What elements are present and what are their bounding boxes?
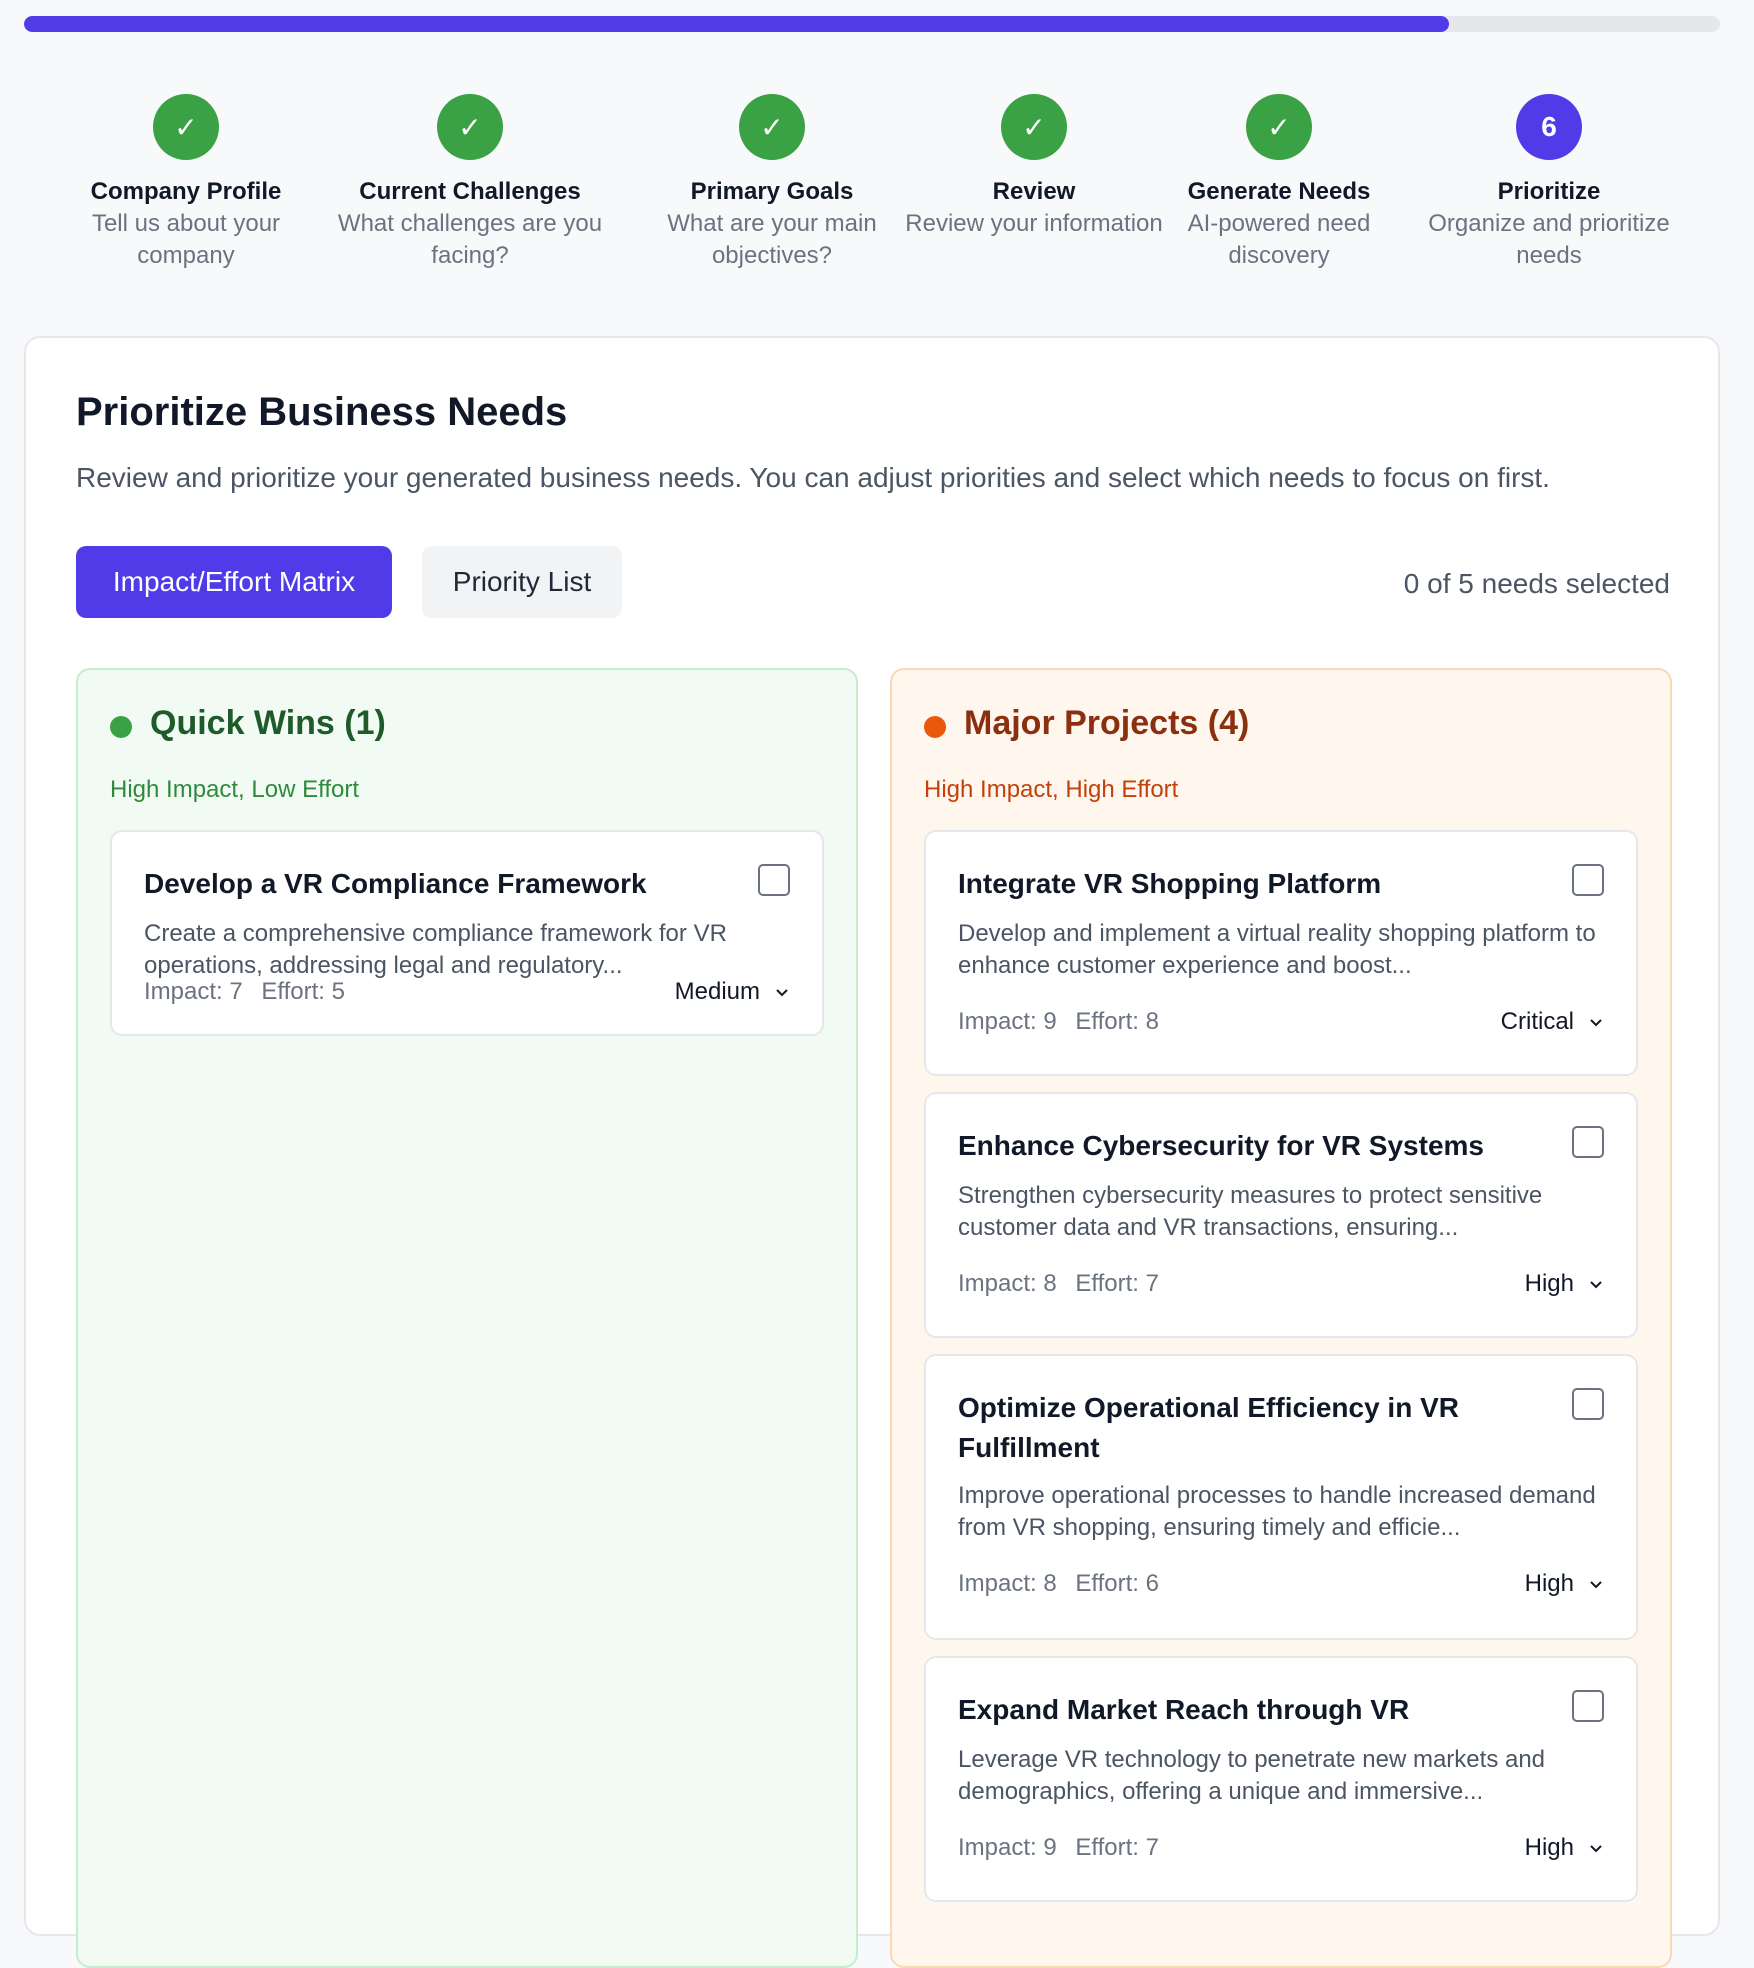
need-title: Optimize Operational Efficiency in VR Fu… (958, 1392, 1459, 1463)
page-subtitle: Review and prioritize your generated bus… (76, 462, 1550, 493)
step-title: Primary Goals (690, 178, 854, 205)
need-card[interactable]: Optimize Operational Efficiency in VR Fu… (924, 1354, 1638, 1640)
step-description: AI-powered need discovery (1187, 210, 1371, 269)
priority-select[interactable]: Medium (675, 978, 790, 1006)
need-effort: Effort: 8 (1075, 1008, 1159, 1035)
need-card[interactable]: Enhance Cybersecurity for VR Systems Str… (924, 1092, 1638, 1338)
priority-select[interactable]: Critical (1501, 1008, 1604, 1036)
priority-value: Medium (674, 978, 760, 1005)
need-impact: Impact: 8 (958, 1570, 1057, 1597)
need-description: Leverage VR technology to penetrate new … (958, 1746, 1546, 1805)
step-check-icon: ✓ (153, 94, 219, 160)
quadrant-quick-wins: Quick Wins (1) High Impact, Low Effort D… (76, 668, 858, 1968)
step-description: What challenges are you facing? (337, 210, 603, 269)
stepper: ✓ Company Profile Tell us about your com… (0, 94, 1754, 284)
priority-value: High (1524, 1834, 1574, 1861)
need-title: Enhance Cybersecurity for VR Systems (958, 1130, 1484, 1161)
need-card[interactable]: Expand Market Reach through VR Leverage … (924, 1656, 1638, 1902)
tab-priority-list[interactable]: Priority List (422, 546, 622, 618)
need-impact: Impact: 9 (958, 1834, 1057, 1861)
chevron-down-icon (1590, 1019, 1602, 1027)
need-title: Develop a VR Compliance Framework (144, 868, 647, 899)
prioritize-card: Prioritize Business Needs Review and pri… (24, 336, 1720, 1968)
need-card[interactable]: Develop a VR Compliance Framework Create… (110, 830, 824, 1036)
priority-value: High (1524, 1270, 1574, 1297)
need-checkbox[interactable] (1572, 864, 1604, 896)
step-generate-needs[interactable]: ✓ Generate Needs AI-powered need discove… (1129, 94, 1429, 272)
need-description: Create a comprehensive compliance framew… (144, 920, 727, 979)
step-check-icon: ✓ (739, 94, 805, 160)
need-title: Expand Market Reach through VR (958, 1694, 1410, 1725)
chevron-down-icon (1590, 1281, 1602, 1289)
quadrant-title: Major Projects (4) (964, 704, 1250, 742)
priority-value: High (1524, 1570, 1574, 1597)
need-checkbox[interactable] (758, 864, 790, 896)
need-checkbox[interactable] (1572, 1388, 1604, 1420)
need-card[interactable]: Integrate VR Shopping Platform Develop a… (924, 830, 1638, 1076)
quadrant-title: Quick Wins (1) (150, 704, 386, 742)
step-description: Tell us about your company (91, 210, 281, 269)
priority-select[interactable]: High (1525, 1570, 1604, 1598)
step-title: Generate Needs (1187, 178, 1371, 205)
need-description: Strengthen cybersecurity measures to pro… (958, 1182, 1543, 1241)
step-current-challenges[interactable]: ✓ Current Challenges What challenges are… (320, 94, 620, 272)
step-company-profile[interactable]: ✓ Company Profile Tell us about your com… (36, 94, 336, 272)
page-title: Prioritize Business Needs (76, 390, 568, 434)
need-scores: Impact: 9 Effort: 7 (958, 1834, 1171, 1862)
quadrant-subtitle: High Impact, High Effort (924, 776, 1179, 803)
step-title: Current Challenges (359, 178, 581, 205)
need-effort: Effort: 5 (261, 978, 345, 1005)
need-effort: Effort: 7 (1075, 1834, 1159, 1861)
progress-bar-fill (24, 16, 1449, 32)
need-effort: Effort: 6 (1075, 1570, 1159, 1597)
chevron-down-icon (776, 989, 788, 997)
quadrant-major-projects: Major Projects (4) High Impact, High Eff… (890, 668, 1672, 1968)
major-projects-dot-icon (924, 716, 946, 738)
step-description: Organize and prioritize needs (1428, 210, 1670, 269)
step-title: Company Profile (90, 178, 282, 205)
step-prioritize[interactable]: 6 Prioritize Organize and prioritize nee… (1399, 94, 1699, 272)
priority-select[interactable]: High (1525, 1834, 1604, 1862)
step-check-icon: ✓ (1001, 94, 1067, 160)
need-checkbox[interactable] (1572, 1690, 1604, 1722)
priority-select[interactable]: High (1525, 1270, 1604, 1298)
step-description: What are your main objectives? (667, 210, 877, 269)
step-check-icon: ✓ (1246, 94, 1312, 160)
need-impact: Impact: 7 (144, 978, 243, 1005)
need-scores: Impact: 8 Effort: 7 (958, 1270, 1171, 1298)
priority-value: Critical (1500, 1008, 1574, 1035)
step-number-badge: 6 (1516, 94, 1582, 160)
progress-bar (24, 16, 1720, 32)
selected-count: 0 of 5 needs selected (1403, 568, 1670, 599)
chevron-down-icon (1590, 1581, 1602, 1589)
tab-impact-effort-matrix[interactable]: Impact/Effort Matrix (76, 546, 392, 618)
need-description: Improve operational processes to handle … (958, 1482, 1596, 1541)
need-scores: Impact: 7 Effort: 5 (144, 978, 357, 1006)
need-effort: Effort: 7 (1075, 1270, 1159, 1297)
chevron-down-icon (1590, 1845, 1602, 1853)
need-impact: Impact: 9 (958, 1008, 1057, 1035)
quick-wins-dot-icon (110, 716, 132, 738)
need-title: Integrate VR Shopping Platform (958, 868, 1382, 899)
need-description: Develop and implement a virtual reality … (958, 920, 1596, 979)
step-title: Prioritize (1497, 178, 1601, 205)
need-scores: Impact: 8 Effort: 6 (958, 1570, 1171, 1598)
need-impact: Impact: 8 (958, 1270, 1057, 1297)
quadrant-subtitle: High Impact, Low Effort (110, 776, 359, 803)
step-primary-goals[interactable]: ✓ Primary Goals What are your main objec… (622, 94, 922, 272)
step-check-icon: ✓ (437, 94, 503, 160)
need-checkbox[interactable] (1572, 1126, 1604, 1158)
need-scores: Impact: 9 Effort: 8 (958, 1008, 1171, 1036)
